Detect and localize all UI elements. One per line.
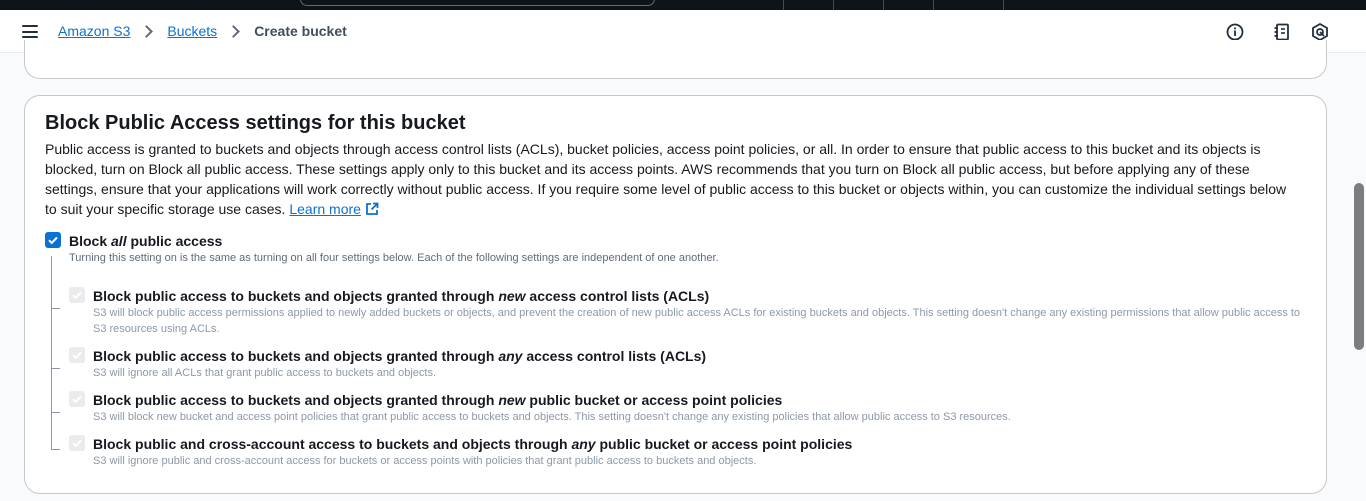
section-description: Public access is granted to buckets and … — [45, 139, 1300, 219]
block-all-public-access-label[interactable]: Block all public access — [69, 233, 222, 249]
tree-branch-line — [51, 308, 60, 309]
tree-connector-line — [51, 256, 52, 449]
tree-branch-line — [51, 449, 60, 450]
block-new-acls-description: S3 will block public access permissions … — [93, 307, 1301, 335]
block-all-public-access-checkbox[interactable] — [45, 232, 61, 248]
global-top-bar — [0, 0, 1366, 10]
hexagon-settings-icon[interactable] — [1310, 22, 1330, 42]
block-any-acls-label[interactable]: Block public access to buckets and objec… — [93, 348, 706, 364]
top-bar-divider — [833, 0, 834, 10]
top-bar-divider — [933, 0, 934, 10]
checkmark-icon — [72, 351, 82, 360]
learn-more-link[interactable]: Learn more — [289, 201, 361, 217]
block-all-public-access-description: Turning this setting on is the same as t… — [69, 252, 719, 264]
hamburger-menu-icon[interactable] — [22, 25, 39, 39]
notes-panel-icon[interactable] — [1273, 22, 1293, 42]
block-cross-account-description: S3 will ignore public and cross-account … — [93, 455, 757, 467]
block-cross-account-label[interactable]: Block public and cross-account access to… — [93, 436, 852, 452]
breadcrumb-link-buckets[interactable]: Buckets — [167, 23, 217, 39]
breadcrumb-current-page: Create bucket — [254, 23, 347, 39]
top-bar-divider — [883, 0, 884, 10]
block-new-policies-checkbox[interactable] — [69, 391, 85, 407]
top-bar-divider — [783, 0, 784, 10]
block-any-acls-checkbox[interactable] — [69, 347, 85, 363]
checkmark-icon — [48, 236, 58, 245]
chevron-right-icon — [140, 24, 154, 38]
checkmark-icon — [72, 291, 82, 300]
chevron-right-icon — [227, 24, 241, 38]
info-circle-icon[interactable] — [1225, 22, 1245, 42]
top-bar-divider — [1003, 0, 1004, 10]
breadcrumb: Amazon S3 Buckets Create bucket — [58, 23, 347, 39]
breadcrumb-link-amazon-s3[interactable]: Amazon S3 — [58, 23, 130, 39]
page-scrollbar-thumb[interactable] — [1354, 183, 1364, 350]
block-new-acls-checkbox[interactable] — [69, 287, 85, 303]
checkmark-icon — [72, 439, 82, 448]
block-new-policies-label[interactable]: Block public access to buckets and objec… — [93, 392, 782, 408]
block-any-acls-description: S3 will ignore all ACLs that grant publi… — [93, 367, 437, 379]
tree-branch-line — [51, 412, 60, 413]
block-cross-account-checkbox[interactable] — [69, 435, 85, 451]
global-search-box[interactable] — [300, 0, 655, 6]
block-public-access-card: Block Public Access settings for this bu… — [24, 95, 1327, 494]
external-link-icon — [366, 202, 379, 215]
tree-branch-line — [51, 368, 60, 369]
block-new-acls-label[interactable]: Block public access to buckets and objec… — [93, 288, 709, 304]
section-title: Block Public Access settings for this bu… — [45, 112, 466, 134]
checkmark-icon — [72, 395, 82, 404]
previous-section-card — [24, 40, 1327, 79]
section-description-text: Public access is granted to buckets and … — [45, 141, 1287, 217]
block-new-policies-description: S3 will block new bucket and access poin… — [93, 411, 1011, 423]
